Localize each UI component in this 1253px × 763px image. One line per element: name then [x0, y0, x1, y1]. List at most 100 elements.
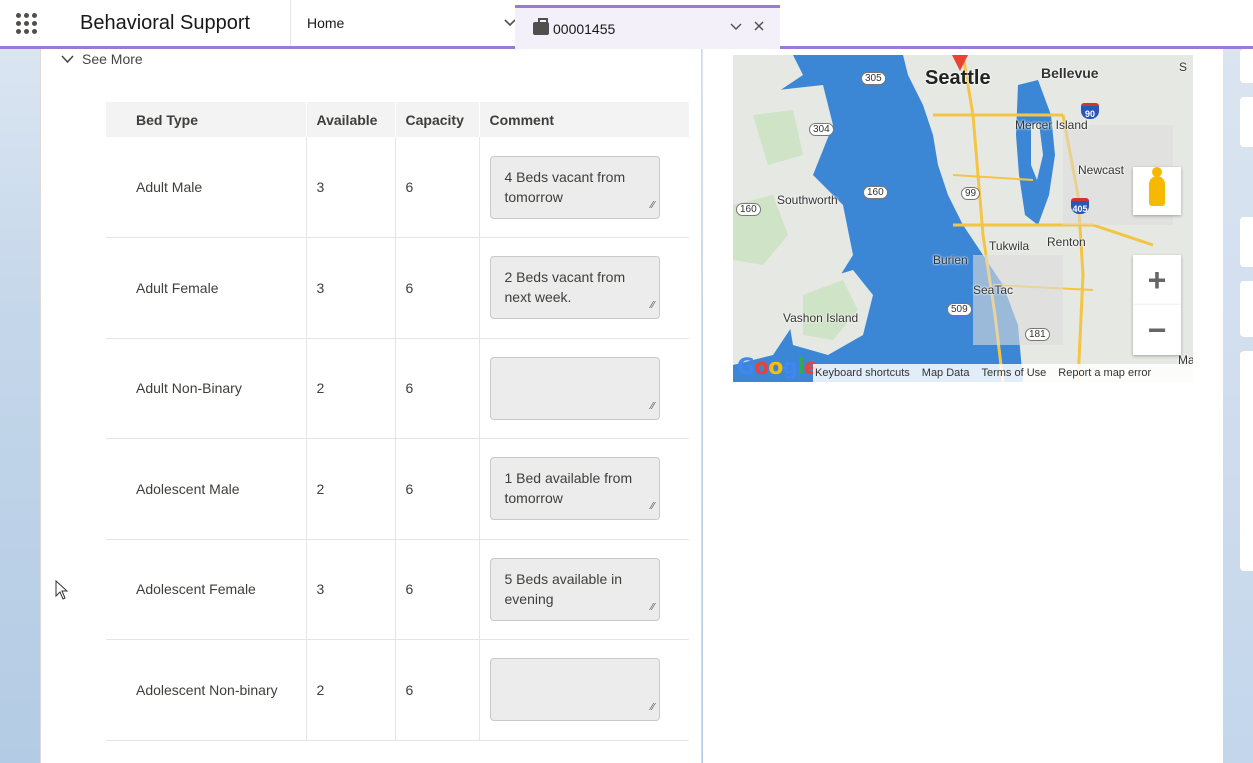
utility-strip — [1223, 49, 1253, 763]
map-label-tukwila: Tukwila — [989, 239, 1030, 253]
zoom-out-button[interactable]: − — [1133, 305, 1181, 355]
comment-textarea[interactable]: 1 Bed available from tomorrow ⁄⁄ — [489, 457, 660, 521]
map-label-seattle: Seattle — [925, 67, 991, 89]
comment-cell: 1 Bed available from tomorrow ⁄⁄ — [478, 438, 689, 540]
comment-textarea[interactable]: 4 Beds vacant from tomorrow ⁄⁄ — [489, 155, 660, 219]
map-label-southworth: Southworth — [777, 193, 838, 207]
bed-type-cell: Adult Female — [106, 237, 306, 339]
bed-availability-panel: See More Bed Type Available Capacity Com… — [40, 49, 702, 763]
available-cell: 2 — [305, 338, 395, 439]
resize-grip-icon[interactable]: ⁄⁄ — [651, 598, 654, 618]
resize-grip-icon[interactable]: ⁄⁄ — [651, 497, 654, 517]
utility-card[interactable] — [1240, 281, 1253, 337]
capacity-cell: 6 — [394, 539, 479, 640]
capacity-cell: 6 — [394, 137, 479, 238]
utility-card[interactable] — [1240, 49, 1253, 83]
comment-text: 2 Beds vacant from next week. — [504, 269, 626, 306]
mouse-cursor-icon — [55, 580, 69, 600]
app-launcher-icon — [15, 12, 37, 34]
tab-chevron-down-icon[interactable] — [730, 18, 742, 34]
comment-cell: 2 Beds vacant from next week. ⁄⁄ — [478, 237, 689, 339]
comment-textarea[interactable]: 2 Beds vacant from next week. ⁄⁄ — [489, 256, 660, 320]
column-header-comment: Comment — [478, 102, 689, 137]
available-cell: 2 — [305, 438, 395, 540]
bed-type-cell: Adolescent Male — [106, 438, 306, 540]
resize-grip-icon[interactable]: ⁄⁄ — [651, 397, 654, 417]
column-header-capacity: Capacity — [394, 102, 479, 137]
bed-type-cell: Adult Male — [106, 137, 306, 238]
map-data-link[interactable]: Map Data — [922, 367, 970, 379]
comment-text: 4 Beds vacant from tomorrow — [504, 168, 626, 205]
nav-item-home[interactable]: Home — [290, 0, 490, 46]
capacity-cell: 6 — [394, 639, 479, 741]
utility-card[interactable] — [1240, 97, 1253, 147]
comment-textarea[interactable]: ⁄⁄ — [489, 658, 660, 722]
map-label-vashon-island: Vashon Island — [783, 311, 859, 325]
comment-text: 5 Beds available in evening — [504, 570, 623, 607]
utility-card[interactable] — [1240, 351, 1253, 571]
table-row: Adolescent Non-binary 2 6 ⁄⁄ — [106, 639, 689, 741]
comment-cell: ⁄⁄ — [478, 639, 689, 741]
available-cell: 3 — [305, 237, 395, 339]
comment-cell: 4 Beds vacant from tomorrow ⁄⁄ — [478, 137, 689, 238]
capacity-cell: 6 — [394, 438, 479, 540]
table-row: Adult Male 3 6 4 Beds vacant from tomorr… — [106, 137, 689, 238]
map-label-mercer-island: Mercer Island — [1015, 118, 1088, 132]
route-160-icon: 160 — [863, 186, 888, 199]
column-header-bed-type: Bed Type — [106, 102, 306, 137]
map-label-bellevue: Bellevue — [1041, 65, 1099, 81]
report-map-error-link[interactable]: Report a map error — [1058, 367, 1151, 379]
route-509-icon: 509 — [947, 303, 972, 316]
route-160-icon: 160 — [736, 203, 761, 216]
map-footer: Keyboard shortcuts Map Data Terms of Use… — [813, 364, 1193, 382]
see-more-toggle[interactable]: See More — [61, 51, 143, 67]
map-label-s: S — [1179, 60, 1188, 74]
terms-of-use-link[interactable]: Terms of Use — [981, 367, 1046, 379]
map-label-newcastle: Newcast — [1078, 163, 1125, 177]
bed-type-cell: Adolescent Female — [106, 539, 306, 640]
tab-record-00001455[interactable]: 00001455 — [515, 5, 780, 49]
route-305-icon: 305 — [861, 72, 886, 85]
table-row: Adolescent Male 2 6 1 Bed available from… — [106, 438, 689, 540]
zoom-in-button[interactable]: + — [1133, 255, 1181, 305]
route-304-icon: 304 — [809, 123, 834, 136]
keyboard-shortcuts-link[interactable]: Keyboard shortcuts — [815, 367, 910, 379]
tab-close-icon[interactable] — [754, 18, 764, 34]
available-cell: 3 — [305, 539, 395, 640]
capacity-cell: 6 — [394, 237, 479, 339]
resize-grip-icon[interactable]: ⁄⁄ — [651, 296, 654, 316]
table-row: Adult Female 3 6 2 Beds vacant from next… — [106, 237, 689, 339]
app-launcher-button[interactable] — [0, 0, 52, 46]
available-cell: 2 — [305, 639, 395, 741]
column-header-available: Available — [305, 102, 395, 137]
table-header-row: Bed Type Available Capacity Comment — [106, 102, 689, 137]
comment-cell: 5 Beds available in evening ⁄⁄ — [478, 539, 689, 640]
street-view-pegman-icon[interactable] — [1133, 167, 1181, 215]
case-icon — [533, 18, 549, 35]
map-terrain — [733, 55, 1193, 382]
map-label-burien: Burien — [933, 253, 968, 267]
capacity-cell: 6 — [394, 338, 479, 439]
comment-textarea[interactable]: 5 Beds available in evening ⁄⁄ — [489, 557, 660, 621]
see-more-label: See More — [82, 51, 143, 67]
utility-card[interactable] — [1240, 217, 1253, 267]
map-view[interactable]: Seattle Bellevue S Mercer Island Newcast… — [733, 55, 1193, 382]
table-row: Adult Non-Binary 2 6 ⁄⁄ — [106, 338, 689, 439]
interstate-405-icon: 405 — [1071, 198, 1089, 214]
map-panel: Seattle Bellevue S Mercer Island Newcast… — [703, 49, 1223, 763]
available-cell: 3 — [305, 137, 395, 238]
resize-grip-icon[interactable]: ⁄⁄ — [651, 196, 654, 216]
map-label-renton: Renton — [1047, 235, 1086, 249]
comment-textarea[interactable]: ⁄⁄ — [489, 356, 660, 420]
comment-cell: ⁄⁄ — [478, 338, 689, 439]
route-181-icon: 181 — [1025, 328, 1050, 341]
map-label-seatac: SeaTac — [973, 283, 1014, 297]
bed-table: Bed Type Available Capacity Comment Adul… — [106, 102, 689, 741]
google-logo[interactable]: Google — [737, 355, 819, 380]
route-99-icon: 99 — [961, 187, 981, 200]
tab-record-label: 00001455 — [553, 20, 616, 37]
bed-type-cell: Adult Non-Binary — [106, 338, 306, 439]
resize-grip-icon[interactable]: ⁄⁄ — [651, 698, 654, 718]
table-row: Adolescent Female 3 6 5 Beds available i… — [106, 539, 689, 640]
app-name: Behavioral Support — [80, 11, 251, 34]
